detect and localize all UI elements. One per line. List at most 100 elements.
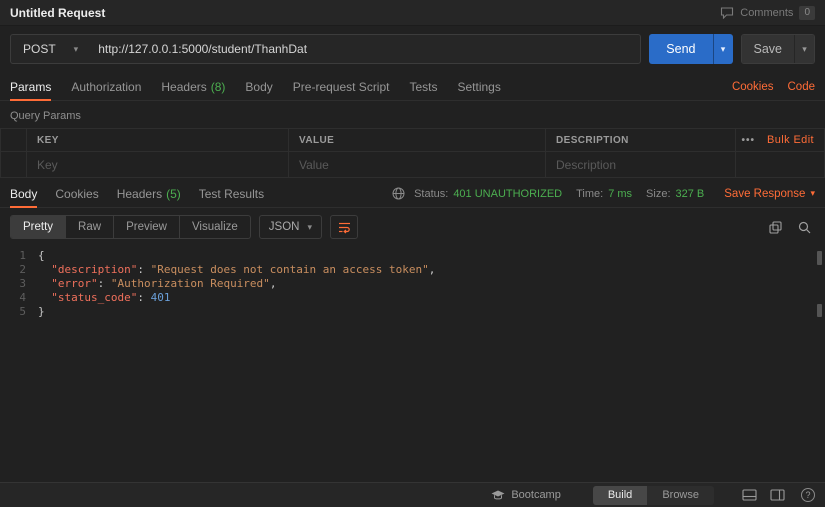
network-info-icon[interactable] bbox=[392, 187, 405, 200]
browse-tab[interactable]: Browse bbox=[647, 486, 714, 505]
line-number: 3 bbox=[19, 277, 26, 290]
time-label: Time: bbox=[576, 187, 604, 200]
comment-icon bbox=[720, 6, 734, 19]
response-actions bbox=[769, 220, 815, 234]
cookies-link[interactable]: Cookies bbox=[732, 81, 774, 93]
row-select-column-header bbox=[0, 128, 27, 152]
table-row bbox=[0, 151, 825, 178]
status-label: Status: bbox=[414, 187, 449, 200]
response-body-editor: 1{2 "description": "Request does not con… bbox=[0, 246, 825, 482]
response-tabs-bar: Body Cookies Headers (5) Test Results St… bbox=[0, 180, 825, 208]
request-title-bar: Untitled Request Comments 0 bbox=[0, 0, 825, 26]
chevron-down-icon: ▾ bbox=[810, 188, 815, 198]
method-select[interactable]: POST ▾ bbox=[11, 42, 90, 56]
wrap-lines-button[interactable] bbox=[330, 215, 358, 239]
send-options-button[interactable]: ▾ bbox=[712, 34, 733, 64]
two-pane-icon[interactable] bbox=[770, 489, 785, 501]
view-pretty-tab[interactable]: Pretty bbox=[11, 216, 66, 238]
page-title: Untitled Request bbox=[10, 5, 106, 20]
response-headers-count: (5) bbox=[166, 186, 181, 201]
param-key-input[interactable] bbox=[37, 157, 278, 172]
table-header-row: KEY VALUE DESCRIPTION ••• Bulk Edit bbox=[0, 128, 825, 152]
send-button[interactable]: Send bbox=[649, 34, 713, 64]
search-response-button[interactable] bbox=[798, 221, 811, 234]
bootcamp-button[interactable]: Bootcamp bbox=[491, 489, 561, 501]
response-tab-headers[interactable]: Headers (5) bbox=[117, 180, 181, 207]
response-tab-body[interactable]: Body bbox=[10, 180, 38, 208]
row-actions-cell bbox=[735, 151, 825, 178]
save-options-button[interactable]: ▾ bbox=[794, 35, 814, 63]
footer-icons bbox=[742, 489, 785, 501]
tab-authorization[interactable]: Authorization bbox=[71, 74, 141, 100]
bulk-edit-link[interactable]: Bulk Edit bbox=[767, 134, 814, 146]
code-lines: 1{2 "description": "Request does not con… bbox=[0, 249, 825, 319]
save-button[interactable]: Save bbox=[741, 35, 794, 63]
code-line: 5} bbox=[0, 305, 825, 319]
response-toolbar: Pretty Raw Preview Visualize JSON ▾ bbox=[0, 208, 825, 246]
code-line: 3 "error": "Authorization Required", bbox=[0, 277, 825, 291]
method-label: POST bbox=[23, 42, 56, 56]
chevron-down-icon: ▾ bbox=[802, 43, 807, 54]
tab-headers[interactable]: Headers (8) bbox=[161, 74, 225, 100]
scrollbar-thumb[interactable] bbox=[817, 304, 822, 317]
code-text: } bbox=[38, 305, 45, 318]
save-response-button[interactable]: Save Response ▾ bbox=[724, 188, 815, 200]
copy-response-button[interactable] bbox=[769, 220, 782, 234]
line-number: 1 bbox=[19, 249, 26, 262]
code-line: 4 "status_code": 401 bbox=[0, 291, 825, 305]
more-actions-icon[interactable]: ••• bbox=[741, 135, 755, 146]
tab-settings[interactable]: Settings bbox=[458, 74, 501, 100]
time-value: 7 ms bbox=[608, 187, 633, 200]
code-text: "error": "Authorization Required", bbox=[51, 277, 277, 290]
view-preview-tab[interactable]: Preview bbox=[113, 216, 179, 238]
table-actions-header: ••• Bulk Edit bbox=[735, 128, 825, 152]
format-select[interactable]: JSON ▾ bbox=[258, 215, 322, 239]
param-value-input[interactable] bbox=[299, 157, 535, 172]
code-text: "description": "Request does not contain… bbox=[51, 263, 436, 276]
view-raw-tab[interactable]: Raw bbox=[65, 216, 113, 238]
response-meta: Status: 401 UNAUTHORIZED Time: 7 ms Size… bbox=[392, 187, 815, 200]
wrap-text-icon bbox=[338, 221, 351, 234]
line-number: 5 bbox=[19, 305, 26, 318]
build-tab[interactable]: Build bbox=[592, 485, 648, 505]
send-button-group: Send ▾ bbox=[649, 34, 733, 64]
request-links: Cookies Code bbox=[732, 81, 815, 93]
response-tab-test-results[interactable]: Test Results bbox=[199, 180, 264, 207]
tab-params[interactable]: Params bbox=[10, 74, 52, 101]
comments-label: Comments bbox=[740, 6, 794, 19]
request-tabs: Params Authorization Headers (8) Body Pr… bbox=[0, 74, 825, 101]
tab-tests[interactable]: Tests bbox=[409, 74, 437, 100]
line-number: 2 bbox=[19, 263, 26, 276]
headers-count: (8) bbox=[210, 80, 226, 94]
request-builder: POST ▾ Send ▾ Save ▾ bbox=[0, 26, 825, 74]
search-icon bbox=[798, 221, 811, 234]
size-label: Size: bbox=[646, 187, 671, 200]
response-view-switcher: Pretty Raw Preview Visualize bbox=[10, 215, 251, 239]
code-text: "status_code": 401 bbox=[51, 291, 171, 304]
help-button[interactable]: ? bbox=[801, 488, 815, 502]
url-input[interactable] bbox=[90, 42, 641, 56]
row-select-cell bbox=[0, 151, 27, 178]
comments-button[interactable]: Comments 0 bbox=[720, 5, 815, 20]
status-bar: Bootcamp Build Browse ? bbox=[0, 482, 825, 507]
help-icon: ? bbox=[805, 490, 811, 500]
console-panel-icon[interactable] bbox=[742, 489, 757, 501]
tab-body[interactable]: Body bbox=[245, 74, 272, 100]
key-column-header: KEY bbox=[26, 128, 289, 152]
line-number: 4 bbox=[19, 291, 26, 304]
code-line: 2 "description": "Request does not conta… bbox=[0, 263, 825, 277]
postman-window: Untitled Request Comments 0 POST ▾ Send … bbox=[0, 0, 825, 507]
scrollbar-thumb[interactable] bbox=[817, 251, 822, 265]
workspace-mode-switcher: Build Browse bbox=[592, 485, 714, 505]
chevron-down-icon: ▾ bbox=[720, 43, 726, 54]
comments-count-badge: 0 bbox=[799, 5, 815, 20]
param-description-input[interactable] bbox=[556, 157, 725, 172]
response-tab-cookies[interactable]: Cookies bbox=[55, 180, 98, 207]
graduation-cap-icon bbox=[491, 490, 505, 501]
value-column-header: VALUE bbox=[288, 128, 546, 152]
code-line: 1{ bbox=[0, 249, 825, 263]
code-link[interactable]: Code bbox=[788, 81, 816, 93]
view-visualize-tab[interactable]: Visualize bbox=[178, 216, 250, 238]
tab-pre-request-script[interactable]: Pre-request Script bbox=[293, 74, 390, 100]
size-value: 327 B bbox=[675, 187, 705, 200]
